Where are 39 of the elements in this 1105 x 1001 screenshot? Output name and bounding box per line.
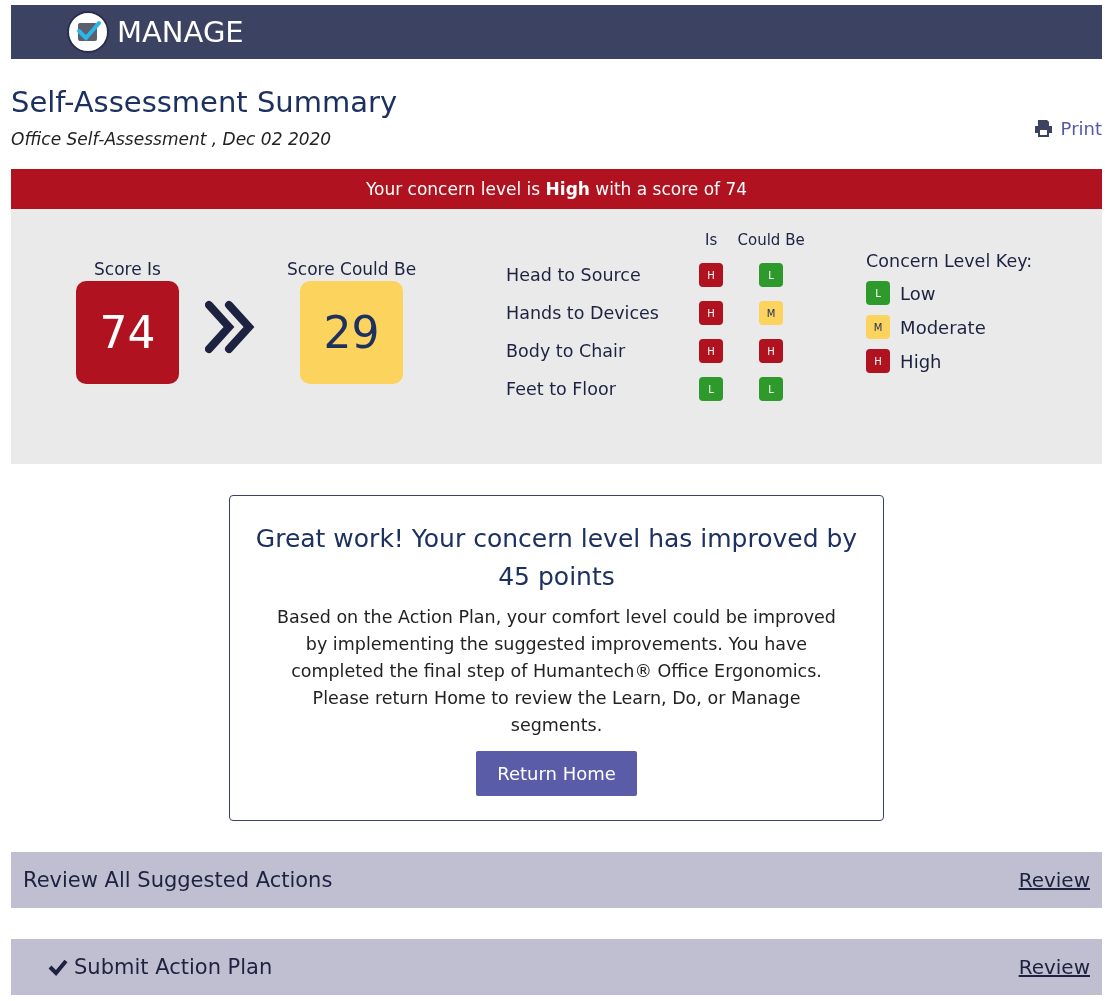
concern-badge: L [759,263,784,287]
concern-badge: H [866,349,891,373]
concern-badge: L [699,377,724,401]
checkbox-logo-icon [67,11,109,53]
key-label: Moderate [900,316,986,338]
review-link[interactable]: Review [1018,868,1090,892]
printer-icon [1033,120,1053,137]
section-title: Submit Action Plan [74,955,273,979]
page-title: Self-Assessment Summary [11,85,398,119]
concern-badge: H [699,263,724,287]
concern-badge: H [699,301,724,325]
page-subtitle: Office Self-Assessment , Dec 02 2020 [11,129,333,149]
concern-badge: L [759,377,784,401]
factor-name: Feet to Floor [506,379,617,399]
score-label: Score Could Be [287,259,417,279]
concern-badge: L [866,281,891,305]
factor-name: Body to Chair [506,341,627,361]
factor-name: Hands to Devices [506,303,660,323]
column-header: Could Be [736,231,806,249]
message-body: Based on the Action Plan, your comfort level could be improved by implementing the suggested improvements. You have completed the final step of Humantech® Office Ergonomics. Please return Home to review the Learn, Do, or Manage segments. [276,606,837,737]
score-value: 74 [76,281,179,384]
review-link[interactable]: Review [1018,955,1090,979]
score-value: 29 [300,281,404,384]
section-title: Review All Suggested Actions [23,868,333,892]
concern-badge: H [699,339,724,363]
message-title: Great work! Your concern level has improved by 45 points [254,523,859,593]
print-button[interactable]: Print [1033,118,1102,139]
factor-name: Head to Source [506,265,642,285]
key-title: Concern Level Key: [866,251,1033,271]
concern-badge: H [759,339,784,363]
header-title: MANAGE [117,15,244,49]
concern-banner: Your concern level is High with a score of 74 [11,169,1102,209]
concern-badge: M [866,315,891,339]
score-label: Score Is [94,259,161,279]
column-header: Is [704,231,719,249]
concern-badge: M [759,301,784,325]
key-label: High [900,350,942,372]
return-home-button[interactable]: Return Home [476,751,637,796]
key-label: Low [900,282,936,304]
